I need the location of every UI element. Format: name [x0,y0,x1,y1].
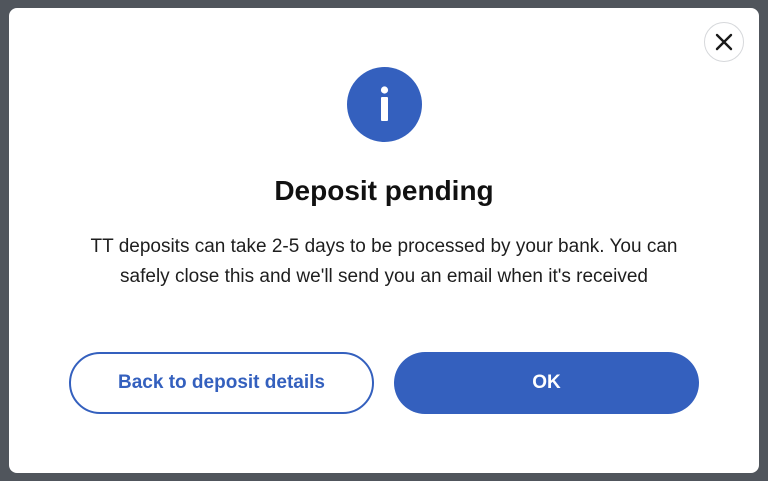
ok-button[interactable]: OK [394,352,699,414]
back-button-label: Back to deposit details [118,372,325,393]
ok-button-label: OK [532,372,561,393]
back-to-deposit-details-button[interactable]: Back to deposit details [69,352,374,414]
close-icon [715,33,733,51]
info-icon [347,67,422,142]
dialog-message-line-2: safely close this and we'll send you an … [120,266,648,287]
dialog-title: Deposit pending [274,175,494,206]
dialog-message-line-1: TT deposits can take 2-5 days to be proc… [90,236,678,257]
close-button[interactable] [704,22,744,62]
dialog-message: TT deposits can take 2-5 days to be proc… [64,232,704,292]
deposit-pending-dialog: Deposit pending TT deposits can take 2-5… [9,8,759,473]
